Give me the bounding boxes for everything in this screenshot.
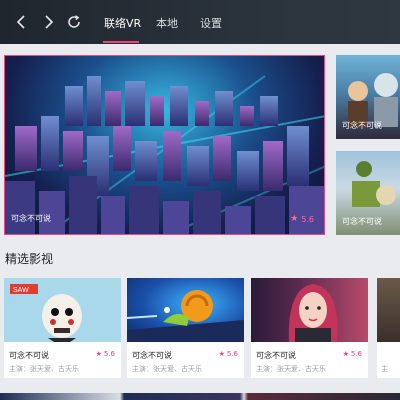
star-icon: ★: [290, 214, 299, 224]
movie-card[interactable]: SAW 可念不可说 ★ 5.6 主演：张天爱、古天乐: [4, 278, 121, 378]
movie-cast: 主: [381, 365, 388, 373]
movie-poster: [251, 278, 368, 342]
refresh-icon: [68, 15, 80, 28]
back-icon: [16, 15, 25, 29]
hero-rating-value: 5.6: [301, 214, 314, 224]
movie-cast: 主演：张天爱、古天乐: [9, 365, 79, 373]
portrait-poster: [288, 284, 338, 342]
movie-rating: ★ 5.6: [96, 350, 115, 358]
saw-cartoon-poster: SAW: [10, 284, 82, 342]
tab-local[interactable]: 本地: [156, 15, 178, 31]
movie-rating: ★ 5.6: [343, 350, 362, 358]
section-title: 精选影视: [5, 252, 54, 266]
forward-icon: [45, 15, 54, 29]
movie-cast: 主演：张天爱、古天乐: [132, 365, 202, 373]
movie-poster: SAW: [4, 278, 121, 342]
side-card[interactable]: 可念不可说: [336, 151, 400, 235]
movie-rating-value: 5.6: [226, 350, 238, 358]
movie-card[interactable]: 可念不可说 ★ 5.6 主演：张天爱、古天乐: [251, 278, 368, 378]
movie-title: 可念不可说: [132, 351, 172, 360]
hero-title: 可念不可说: [11, 214, 51, 223]
movie-rating-value: 5.6: [103, 350, 115, 358]
side-card[interactable]: 可念不可说: [336, 55, 400, 139]
tab-settings[interactable]: 设置: [200, 15, 222, 31]
movie-rating-value: 5.6: [350, 350, 362, 358]
movie-title: 可念不可说: [9, 351, 49, 360]
top-nav-bar: 联络VR 本地 设置: [0, 0, 400, 44]
back-button[interactable]: [12, 12, 32, 32]
city-illustration: [5, 75, 324, 234]
tab-lianluo-vr[interactable]: 联络VR: [104, 15, 141, 31]
star-icon: ★: [218, 350, 225, 358]
movie-poster: [127, 278, 244, 342]
movie-card-partial[interactable]: 主: [377, 278, 400, 378]
hero-rating: ★ 5.6: [290, 214, 314, 224]
movie-cast: 主演：张天爱、古天乐: [256, 365, 326, 373]
active-tab-indicator: [103, 41, 139, 43]
forward-button[interactable]: [38, 12, 58, 32]
hero-banner[interactable]: 可念不可说 ★ 5.6: [4, 55, 325, 235]
side-card-title: 可念不可说: [342, 217, 382, 226]
next-row-strip: [0, 393, 400, 400]
movie-rating: ★ 5.6: [219, 350, 238, 358]
star-icon: ★: [342, 350, 349, 358]
turbo-snail-poster: [127, 290, 244, 342]
star-icon: ★: [95, 350, 102, 358]
movie-title: 可念不可说: [256, 351, 296, 360]
movie-card[interactable]: 可念不可说 ★ 5.6 主演：张天爱、古天乐: [127, 278, 244, 378]
side-card-title: 可念不可说: [342, 121, 382, 130]
refresh-button[interactable]: [64, 12, 84, 32]
svg-text:SAW: SAW: [13, 287, 29, 294]
movie-poster: [377, 278, 400, 342]
